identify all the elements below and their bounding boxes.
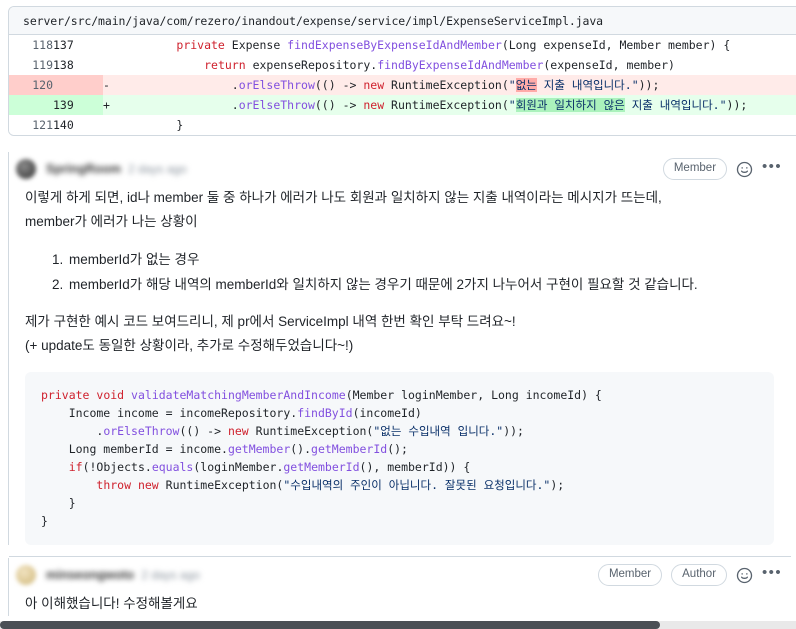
comment-divider [9, 556, 791, 557]
diff-file-header[interactable]: server/src/main/java/com/rezero/inandout… [9, 7, 796, 35]
comment-header: SpringRoom 2 days ago Member ••• [14, 152, 782, 186]
diff-table: 118 137 private Expense findExpenseByExp… [9, 35, 796, 135]
comment-header-actions: Member Author ••• [597, 564, 782, 586]
diff-row-context[interactable]: 119 138 return expenseRepository.findByE… [9, 55, 796, 75]
smiley-face-icon[interactable] [736, 567, 753, 584]
comment-timestamp: 2 days ago [128, 162, 187, 176]
comment-paragraph: member가 에러가 나는 상황이 [25, 214, 198, 229]
comment-paragraph: 이렇게 하게 되면, id나 member 둘 중 하나가 에러가 나도 회원과… [25, 190, 662, 205]
avatar[interactable] [16, 565, 36, 585]
diff-row-context[interactable]: 121 140 } [9, 115, 796, 135]
kebab-menu-icon[interactable]: ••• [762, 159, 782, 177]
diff-marker-minus: - [103, 75, 121, 95]
diff-row-deleted[interactable]: 120 - .orElseThrow(() -> new RuntimeExce… [9, 75, 796, 95]
comment-list: memberId가 없는 경우 memberId가 해당 내역의 memberI… [25, 247, 774, 297]
comment-header-actions: Member ••• [662, 158, 782, 180]
comment-header: minseongwoto 2 days ago Member Author ••… [14, 558, 782, 592]
diff-panel: server/src/main/java/com/rezero/inandout… [8, 6, 796, 136]
old-line-number: 118 [9, 35, 53, 55]
diff-row-added[interactable]: 139 + .orElseThrow(() -> new RuntimeExce… [9, 95, 796, 115]
comment-body: 이렇게 하게 되면, id나 member 둘 중 하나가 에러가 나도 회원과… [14, 186, 782, 545]
diff-code-line: .orElseThrow(() -> new RuntimeException(… [121, 75, 796, 95]
comment-paragraph: (+ update도 동일한 상황이라, 추가로 수정해두었습니다~!) [25, 338, 354, 353]
diff-file-path: server/src/main/java/com/rezero/inandout… [23, 13, 604, 28]
diff-marker [103, 115, 121, 135]
diff-code-line: .orElseThrow(() -> new RuntimeException(… [121, 95, 796, 115]
diff-row-context[interactable]: 118 137 private Expense findExpenseByExp… [9, 35, 796, 55]
comment-timestamp: 2 days ago [141, 568, 200, 582]
comment-author[interactable]: minseongwoto [46, 568, 134, 582]
horizontal-scrollbar[interactable] [0, 621, 796, 629]
review-comment: minseongwoto 2 days ago Member Author ••… [0, 558, 796, 616]
new-line-number [53, 75, 103, 95]
diff-code-line: return expenseRepository.findByExpenseId… [121, 55, 796, 75]
list-item: memberId가 해당 내역의 memberId와 일치하지 않는 경우기 때… [67, 272, 774, 297]
scrollbar-thumb[interactable] [0, 621, 660, 629]
new-line-number: 138 [53, 55, 103, 75]
new-line-number: 140 [53, 115, 103, 135]
status-badge-author: Author [671, 564, 728, 586]
diff-word-added: 회원과 일치하지 않은 [515, 98, 625, 112]
diff-marker [103, 55, 121, 75]
smiley-face-icon[interactable] [736, 161, 753, 178]
kebab-menu-icon[interactable]: ••• [762, 565, 782, 583]
old-line-number: 120 [9, 75, 53, 95]
diff-word-deleted: 없는 [515, 78, 537, 92]
code-review-page: server/src/main/java/com/rezero/inandout… [0, 0, 796, 629]
diff-code-line: private Expense findExpenseByExpenseIdAn… [121, 35, 796, 55]
status-badge-member: Member [597, 564, 663, 586]
status-badge-member: Member [662, 158, 728, 180]
comment-body: 아 이해했습니다! 수정해볼게요 [14, 592, 782, 616]
new-line-number: 139 [53, 95, 103, 115]
old-line-number: 121 [9, 115, 53, 135]
old-line-number: 119 [9, 55, 53, 75]
comment-thread-rule [8, 152, 9, 545]
comment-code-block: private void validateMatchingMemberAndIn… [25, 372, 774, 545]
list-item: memberId가 없는 경우 [67, 247, 774, 272]
comment-paragraph: 아 이해했습니다! 수정해볼게요 [25, 596, 198, 611]
review-comment: SpringRoom 2 days ago Member ••• 이렇게 하게 … [0, 152, 796, 545]
avatar[interactable] [16, 159, 36, 179]
comment-author[interactable]: SpringRoom [46, 162, 121, 176]
diff-marker-plus: + [103, 95, 121, 115]
comment-paragraph: 제가 구현한 예시 코드 보여드리니, 제 pr에서 ServiceImpl 내… [25, 314, 516, 329]
diff-marker [103, 35, 121, 55]
diff-code-line: } [121, 115, 796, 135]
comment-thread-rule [8, 558, 9, 616]
new-line-number: 137 [53, 35, 103, 55]
old-line-number [9, 95, 53, 115]
